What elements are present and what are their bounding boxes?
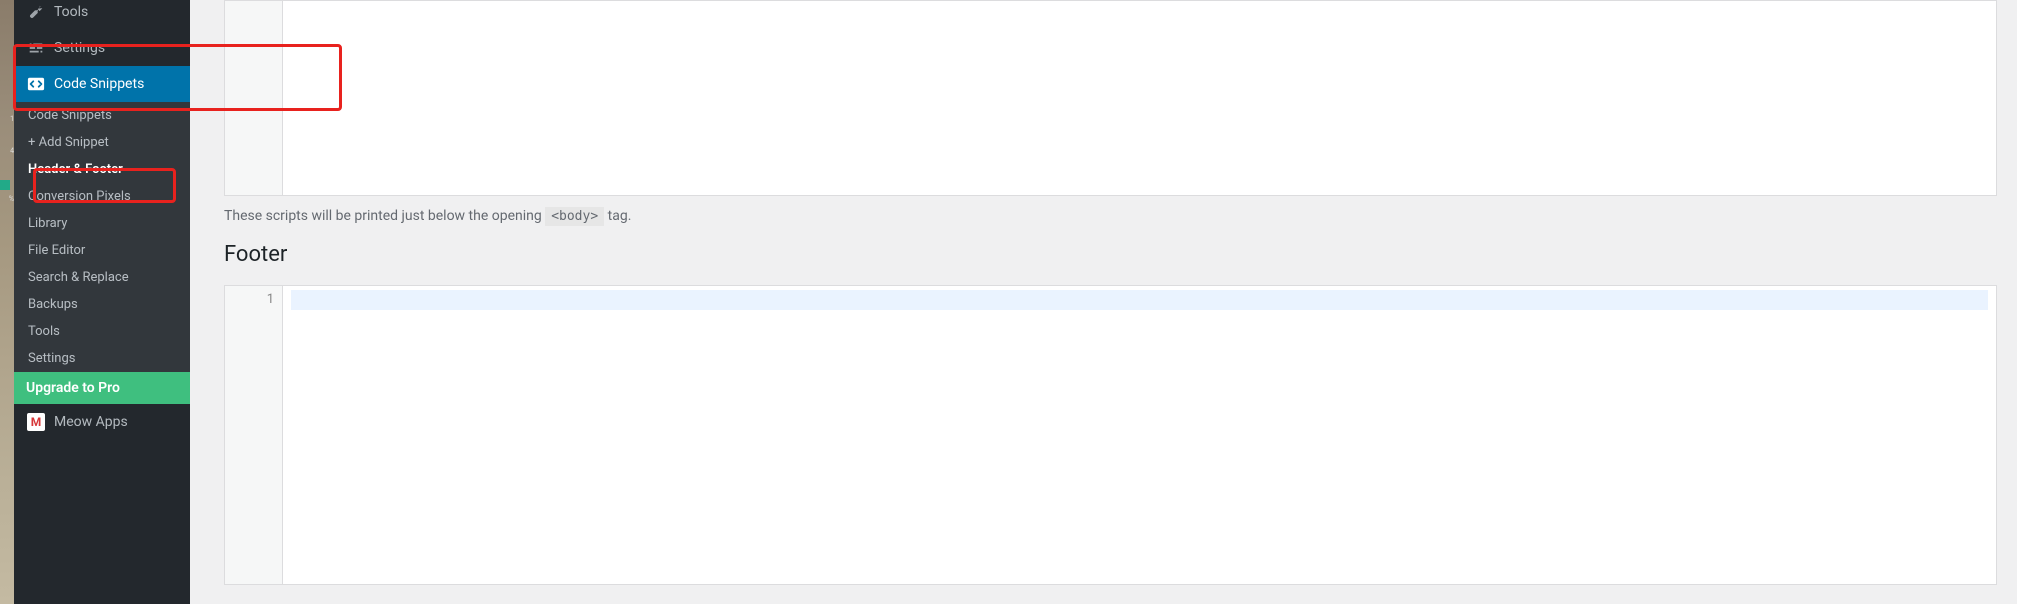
submenu-item-label: Settings — [28, 351, 75, 366]
submenu-item-header-footer[interactable]: Header & Footer — [14, 156, 190, 183]
submenu-item-search-replace[interactable]: Search & Replace — [14, 264, 190, 291]
code-snippets-submenu: Code Snippets + Add Snippet Header & Foo… — [14, 102, 190, 372]
taskbar-indicator: % — [0, 196, 14, 203]
sidebar-item-settings[interactable]: Settings — [14, 30, 190, 66]
taskbar-indicator: 4 — [0, 148, 14, 155]
submenu-item-label: Upgrade to Pro — [26, 380, 120, 396]
editor-textarea[interactable] — [283, 1, 1996, 195]
sliders-icon — [26, 38, 46, 58]
taskbar-indicator: 1 — [0, 116, 14, 123]
editor-gutter — [225, 1, 283, 195]
sidebar-item-code-snippets[interactable]: Code Snippets — [14, 66, 190, 102]
submenu-item-conversion-pixels[interactable]: Conversion Pixels — [14, 183, 190, 210]
submenu-item-file-editor[interactable]: File Editor — [14, 237, 190, 264]
sidebar-item-label: Code Snippets — [54, 76, 144, 92]
help-text-code: <body> — [545, 207, 604, 226]
submenu-item-label: Library — [28, 216, 67, 231]
body-scripts-help-text: These scripts will be printed just below… — [224, 208, 1997, 224]
submenu-item-tools[interactable]: Tools — [14, 318, 190, 345]
sidebar-item-label: Tools — [54, 4, 88, 20]
admin-sidebar: Tools Settings Code Snippets Code Snippe… — [14, 0, 190, 604]
taskbar-badge — [0, 180, 10, 190]
code-icon — [26, 74, 46, 94]
submenu-item-label: Tools — [28, 324, 60, 339]
submenu-item-upgrade-pro[interactable]: Upgrade to Pro — [14, 372, 190, 404]
sidebar-item-label: Meow Apps — [54, 414, 128, 430]
submenu-item-label: Backups — [28, 297, 78, 312]
submenu-item-code-snippets[interactable]: Code Snippets — [14, 102, 190, 129]
sidebar-item-tools[interactable]: Tools — [14, 0, 190, 30]
submenu-item-settings[interactable]: Settings — [14, 345, 190, 372]
submenu-item-label: Code Snippets — [28, 108, 112, 123]
wrench-icon — [26, 2, 46, 22]
body-scripts-editor[interactable] — [224, 0, 1997, 196]
editor-active-line — [291, 290, 1988, 310]
submenu-item-label: + Add Snippet — [28, 135, 109, 150]
meow-apps-icon: M — [26, 412, 46, 432]
main-content: These scripts will be printed just below… — [190, 0, 2017, 604]
editor-textarea[interactable] — [283, 286, 1996, 584]
editor-gutter: 1 — [225, 286, 283, 584]
submenu-item-label: Search & Replace — [28, 270, 129, 285]
submenu-item-label: Header & Footer — [28, 162, 123, 177]
section-title-footer: Footer — [224, 242, 1997, 267]
help-text-prefix: These scripts will be printed just below… — [224, 208, 545, 224]
submenu-item-label: File Editor — [28, 243, 85, 258]
help-text-suffix: tag. — [608, 208, 632, 224]
submenu-item-backups[interactable]: Backups — [14, 291, 190, 318]
os-taskbar-sliver: 1 4 % — [0, 0, 14, 604]
submenu-item-add-snippet[interactable]: + Add Snippet — [14, 129, 190, 156]
line-number: 1 — [225, 292, 274, 307]
submenu-item-library[interactable]: Library — [14, 210, 190, 237]
sidebar-item-meow-apps[interactable]: M Meow Apps — [14, 404, 190, 434]
footer-scripts-editor[interactable]: 1 — [224, 285, 1997, 585]
sidebar-item-label: Settings — [54, 40, 105, 56]
submenu-item-label: Conversion Pixels — [28, 189, 131, 204]
